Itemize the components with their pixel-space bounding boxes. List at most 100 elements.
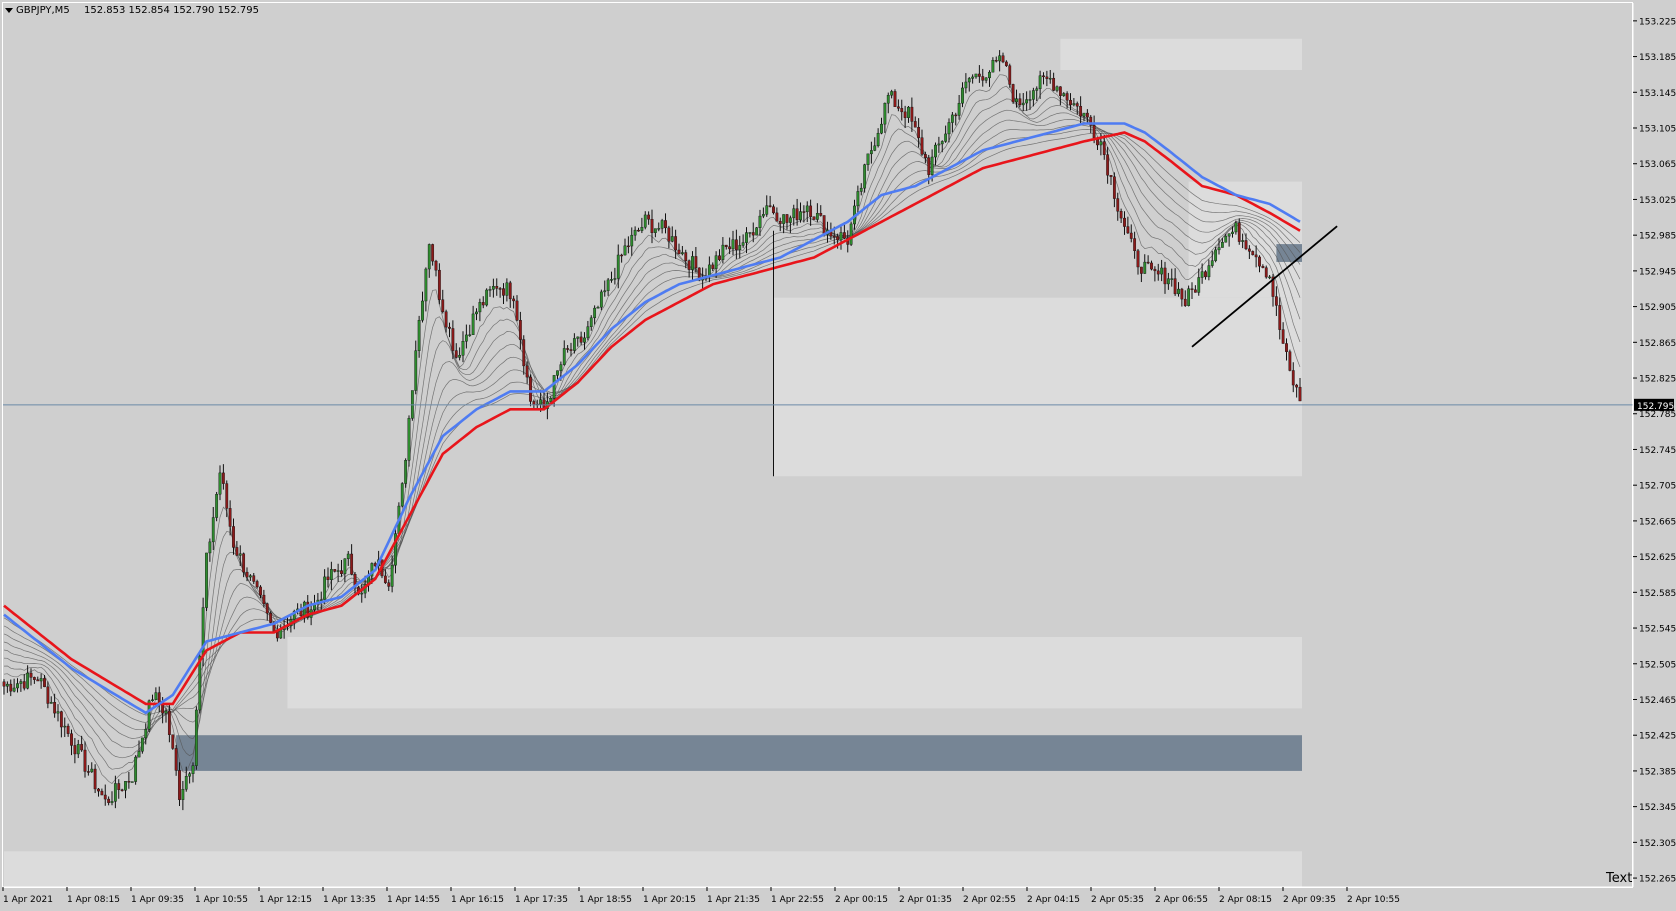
price-tick-label: 152.305 [1639, 839, 1676, 849]
candle-bear [495, 286, 499, 289]
candle-bull [572, 338, 576, 351]
candle-bear [36, 679, 40, 682]
candle-bull [741, 242, 745, 246]
candle-bear [43, 678, 46, 688]
candle-bear [1004, 61, 1008, 66]
candle-bear [265, 603, 269, 614]
candle-bear [83, 749, 87, 772]
candle-bear [171, 734, 175, 749]
candle-bear [775, 212, 779, 222]
candle-bear [687, 260, 691, 270]
candle-bull [586, 326, 590, 339]
candle-bull [130, 781, 134, 783]
candle-bull [319, 599, 323, 601]
candle-bull [464, 334, 468, 342]
candle-bear [1254, 254, 1258, 258]
candle-bull [1200, 271, 1204, 278]
candle-bear [86, 771, 90, 773]
candle-bull [940, 141, 944, 145]
candle-bear [454, 350, 458, 358]
candle-bear [1190, 288, 1194, 290]
candle-bear [1102, 141, 1106, 155]
candle-bear [532, 401, 536, 405]
candle-bull [937, 143, 941, 146]
candle-bull [1048, 77, 1052, 80]
price-zone-light [287, 636, 1302, 709]
candle-bull [329, 569, 333, 580]
candle-bear [508, 282, 512, 300]
candlestick-chart[interactable]: 152.795 153.225153.185153.145153.105153.… [0, 0, 1676, 907]
candle-bull [758, 215, 762, 228]
candle-bear [434, 260, 438, 271]
candle-bull [113, 783, 117, 802]
time-tick-label: 1 Apr 16:15 [451, 895, 504, 905]
candle-bear [451, 328, 455, 351]
candle-bull [505, 282, 509, 296]
candle-bull [930, 156, 934, 175]
candle-bear [896, 106, 900, 109]
candle-bull [583, 337, 586, 343]
candle-bull [5, 683, 9, 687]
price-tick-label: 153.065 [1639, 160, 1676, 170]
candle-bull [191, 765, 195, 774]
candle-bull [873, 145, 877, 151]
candle-bull [863, 164, 867, 189]
candle-bull [947, 122, 951, 135]
candle-bull [866, 153, 870, 165]
candle-bull [998, 55, 1002, 62]
candle-bear [255, 581, 259, 588]
candle-bear [1173, 278, 1177, 295]
candle-bear [1011, 84, 1015, 103]
candle-bear [1112, 176, 1116, 199]
candle-bull [1025, 99, 1029, 104]
candle-bear [694, 256, 698, 269]
candle-bull [218, 472, 222, 495]
candle-bear [529, 376, 532, 402]
candle-bull [475, 311, 478, 315]
candle-bear [515, 300, 519, 321]
candle-bear [441, 299, 445, 312]
candle-bull [471, 313, 475, 335]
candle-bear [1278, 305, 1282, 330]
candle-bull [1214, 249, 1218, 261]
candle-bull [738, 245, 742, 251]
candle-bull [1028, 99, 1032, 101]
candle-bull [188, 773, 192, 777]
price-tick-label: 153.105 [1639, 125, 1676, 135]
candle-bear [1042, 75, 1045, 78]
candle-bear [809, 205, 813, 217]
candle-bull [16, 683, 19, 689]
candle-bear [97, 788, 100, 792]
candle-bull [1231, 231, 1234, 234]
candle-bear [954, 114, 958, 117]
time-tick-label: 2 Apr 06:55 [1155, 895, 1208, 905]
candle-bull [390, 564, 394, 587]
candle-bull [485, 289, 489, 306]
candle-bear [1136, 250, 1140, 268]
candle-bull [49, 701, 53, 704]
candle-bear [1069, 99, 1072, 106]
time-tick-label: 2 Apr 08:15 [1219, 895, 1272, 905]
candle-bull [856, 191, 860, 207]
candle-bear [785, 214, 789, 223]
candle-bull [849, 223, 853, 245]
candle-bull [421, 300, 424, 321]
candle-bear [498, 288, 502, 290]
candle-bear [842, 232, 846, 239]
candle-bear [1244, 240, 1248, 250]
candle-bull [360, 592, 364, 595]
candle-bear [22, 681, 26, 689]
candle-bull [1210, 260, 1214, 266]
price-tick-label: 153.025 [1639, 196, 1676, 206]
chart-window[interactable]: 152.795 153.225 153.185 153.145 153.105 153.… [0, 0, 1676, 907]
candle-bull [950, 114, 954, 123]
price-tick-label: 152.585 [1639, 589, 1676, 599]
candle-bear [221, 472, 225, 484]
candle-bear [923, 154, 927, 158]
candle-bear [1116, 198, 1120, 212]
candle-bull [39, 678, 43, 682]
candle-bull [488, 289, 492, 291]
candle-bull [761, 214, 765, 217]
candle-bear [1075, 103, 1079, 107]
candle-bull [880, 123, 883, 134]
